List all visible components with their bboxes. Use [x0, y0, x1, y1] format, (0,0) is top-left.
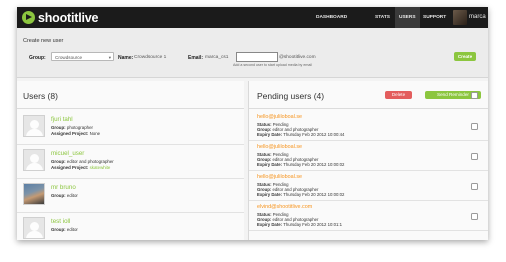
divider [249, 108, 488, 109]
pending-users-title: Pending users (4) [257, 91, 325, 101]
chevron-down-icon: ▾ [108, 55, 111, 60]
divider [17, 108, 244, 109]
name-label: Name: [118, 55, 134, 61]
select-all-checkbox[interactable] [471, 92, 478, 99]
create-user-title: Create new user [23, 38, 64, 44]
users-panel: Users (8) fjuri tahl Group: photographer… [17, 81, 244, 240]
avatar-placeholder-icon [23, 115, 45, 137]
pending-row: elvind@shootitlive.com Status: Pending G… [249, 201, 488, 231]
pending-row: hello@juliloboal.se Status: Pending Grou… [249, 171, 488, 201]
pending-email-link[interactable]: hello@juliloboal.se [257, 174, 302, 180]
user-name[interactable]: marca [469, 7, 486, 28]
create-button[interactable]: Create [454, 52, 476, 61]
pending-row: hello@juliloboal.se Status: Pending Grou… [249, 111, 488, 141]
email-domain: @shootitlive.com [279, 55, 316, 60]
user-row[interactable]: test ioll Group: editor [17, 213, 244, 240]
user-project: Assigned Project: skatewhite [51, 165, 111, 170]
pending-email-link[interactable]: elvind@shootitlive.com [257, 204, 312, 210]
user-project: Assigned Project: None [51, 131, 101, 136]
row-checkbox[interactable] [471, 183, 478, 190]
user-row[interactable]: fjuri tahl Group: photographer Assigned … [17, 111, 244, 145]
name-input[interactable]: Crowdsource 1 [134, 55, 166, 60]
user-name-link[interactable]: test ioll [51, 218, 70, 225]
nav-users[interactable]: USERS [395, 7, 420, 28]
pending-users-panel: Pending users (4) Delete Send Reminder h… [248, 81, 488, 240]
nav-stats[interactable]: STATS [371, 7, 394, 28]
pending-expiry: Expiry Date: Thursday Feb 20 2012 10:00:… [257, 192, 345, 197]
app-window: shootitlive DASHBOARD STATS USERS SUPPOR… [17, 7, 488, 240]
user-group: Group: editor and photographer [51, 159, 114, 164]
avatar-placeholder-icon [23, 149, 45, 171]
users-title: Users (8) [23, 91, 58, 101]
avatar [23, 183, 45, 205]
row-checkbox[interactable] [471, 123, 478, 130]
user-name-link[interactable]: mr bruno [51, 184, 76, 191]
play-logo-icon [22, 11, 35, 24]
pending-expiry: Expiry Date: Thursday Feb 20 2012 10:00:… [257, 162, 345, 167]
email-label: Email: [188, 55, 204, 61]
pending-expiry: Expiry Date: Thursday Feb 20 2012 10:00:… [257, 132, 345, 137]
group-select-value: Crowdsource [55, 55, 83, 60]
logo-text: shootitlive [38, 10, 99, 25]
group-select[interactable]: Crowdsource ▾ [51, 52, 114, 61]
pending-email-link[interactable]: hello@juliloboal.se [257, 114, 302, 120]
pending-email-link[interactable]: hello@juliloboal.se [257, 144, 302, 150]
user-group: Group: photographer [51, 125, 93, 130]
email-prefix: marca_cs1 [205, 55, 229, 60]
pending-expiry: Expiry Date: Thursday Feb 20 2012 10:01:… [257, 222, 342, 227]
row-checkbox[interactable] [471, 153, 478, 160]
user-group: Group: editor [51, 193, 78, 198]
user-row[interactable]: micuel_user Group: editor and photograph… [17, 145, 244, 179]
avatar-placeholder-icon [23, 217, 45, 239]
row-checkbox[interactable] [471, 213, 478, 220]
pending-row: hello@juliloboal.se Status: Pending Grou… [249, 141, 488, 171]
user-avatar[interactable] [453, 10, 467, 25]
group-label: Group: [29, 55, 46, 61]
delete-button[interactable]: Delete [385, 91, 412, 99]
email-input[interactable] [236, 52, 278, 62]
nav-support[interactable]: SUPPORT [419, 7, 450, 28]
user-name-link[interactable]: micuel_user [51, 150, 84, 157]
logo[interactable]: shootitlive [22, 10, 99, 25]
nav-dashboard[interactable]: DASHBOARD [312, 7, 351, 28]
top-nav-bar: shootitlive DASHBOARD STATS USERS SUPPOR… [17, 7, 488, 28]
user-name-link[interactable]: fjuri tahl [51, 116, 73, 123]
user-group: Group: editor [51, 227, 78, 232]
user-row[interactable]: mr bruno Group: editor [17, 179, 244, 213]
email-hint: Add a second user to start upload media … [233, 63, 312, 67]
create-user-form: Create new user Group: Crowdsource ▾ Nam… [17, 28, 488, 78]
